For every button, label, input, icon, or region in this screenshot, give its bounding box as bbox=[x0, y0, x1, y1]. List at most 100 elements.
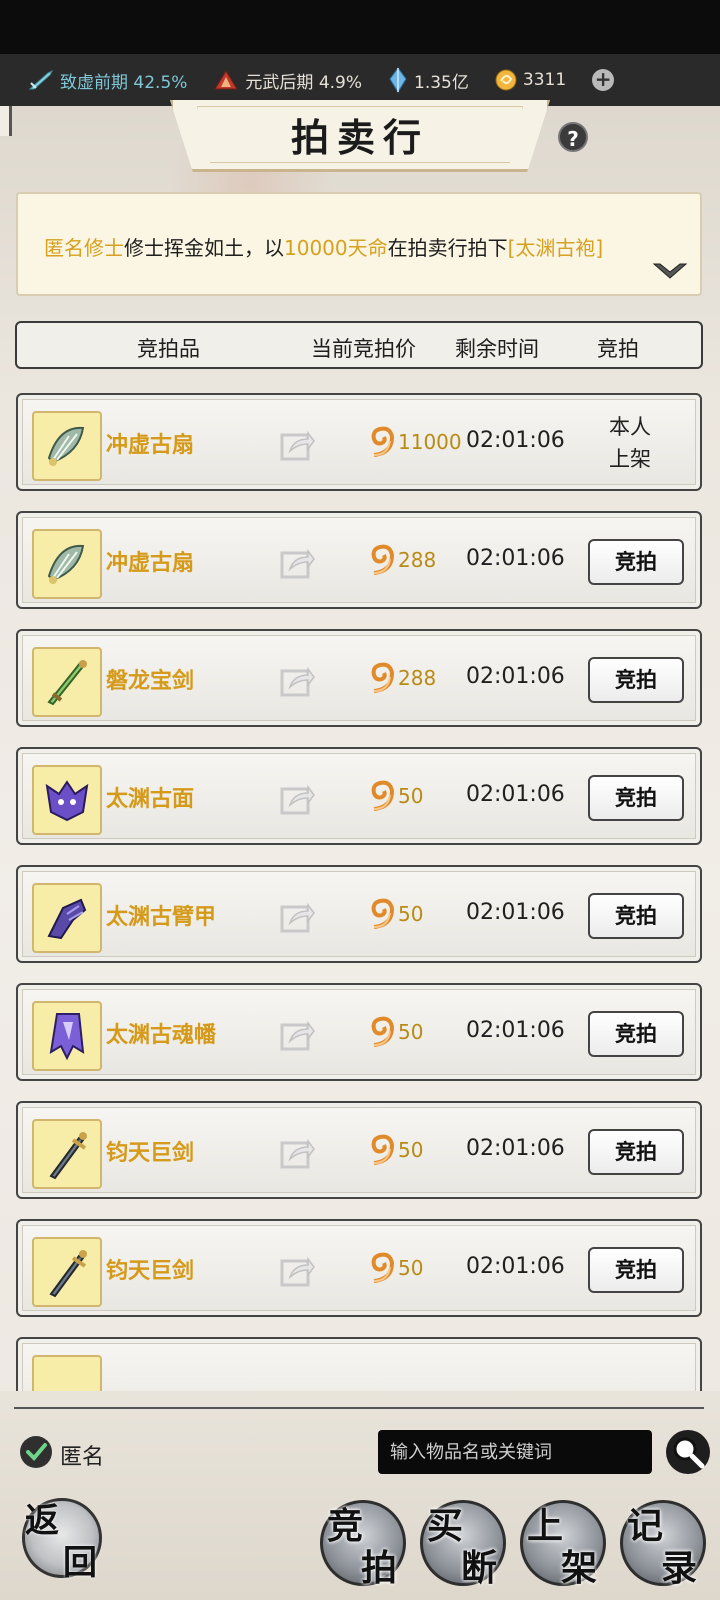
notice-user: 匿名修士 bbox=[44, 236, 124, 260]
bid-button[interactable]: 竞拍 bbox=[588, 1011, 684, 1057]
buyout-tab-char-2: 断 bbox=[461, 1547, 498, 1589]
greatsword-icon[interactable] bbox=[32, 1119, 102, 1189]
back-char-1: 返 bbox=[25, 1501, 59, 1541]
bid-tab-button[interactable]: 竞 拍 bbox=[320, 1500, 406, 1589]
martial-tree-icon bbox=[214, 70, 239, 90]
price-value: 50 bbox=[398, 1256, 424, 1280]
current-price: 50 bbox=[368, 1251, 423, 1285]
destiny-coin-icon bbox=[371, 1252, 395, 1283]
time-remaining: 02:01:06 bbox=[466, 546, 565, 571]
greatsword-icon[interactable] bbox=[32, 1237, 102, 1307]
soul-banner-icon[interactable] bbox=[32, 1001, 102, 1071]
price-value: 50 bbox=[398, 902, 424, 926]
price-value: 50 bbox=[398, 1138, 424, 1162]
resource-cultivation[interactable]: 致虚前期 42.5% bbox=[28, 68, 187, 93]
share-icon[interactable] bbox=[280, 899, 316, 933]
destiny-coin-icon bbox=[371, 898, 395, 929]
item-name: 钧天巨剑 bbox=[106, 1259, 195, 1284]
column-item: 竞拍品 bbox=[137, 337, 200, 361]
list-tab-button[interactable]: 上 架 bbox=[520, 1500, 606, 1589]
auction-row: 太渊古魂幡 50 02:01:06 竞拍 bbox=[16, 983, 702, 1081]
demon-mask-icon[interactable] bbox=[32, 765, 102, 835]
share-icon[interactable] bbox=[280, 781, 316, 815]
notice-amount: 10000天命 bbox=[284, 236, 388, 260]
share-icon[interactable] bbox=[280, 663, 316, 697]
auction-row: 太渊古臂甲 50 02:01:06 竞拍 bbox=[16, 865, 702, 963]
auction-list[interactable]: 冲虚古扇 11000 02:01:06 本人上架 冲虚古扇 288 02:01:… bbox=[16, 393, 704, 1391]
destiny-coin-icon bbox=[371, 426, 395, 457]
auction-row: 磐龙宝剑 288 02:01:06 竞拍 bbox=[16, 629, 702, 727]
auction-row: 冲虚古扇 288 02:01:06 竞拍 bbox=[16, 511, 702, 609]
bid-button[interactable]: 竞拍 bbox=[588, 1247, 684, 1293]
page-title: 拍卖行 bbox=[290, 115, 429, 160]
anonymous-label: 匿名 bbox=[60, 1445, 105, 1470]
destiny-coin-icon bbox=[371, 1016, 395, 1047]
resource-crystal-label: 1.35亿 bbox=[414, 72, 469, 93]
title-plaque: 拍卖行 bbox=[170, 100, 550, 172]
search-input[interactable] bbox=[378, 1430, 652, 1474]
destiny-coin-icon bbox=[371, 1134, 395, 1165]
item-name: 冲虚古扇 bbox=[106, 433, 195, 458]
bid-button[interactable]: 竞拍 bbox=[588, 775, 684, 821]
search-icon[interactable] bbox=[664, 1428, 712, 1476]
time-remaining: 02:01:06 bbox=[466, 1018, 565, 1043]
time-remaining: 02:01:06 bbox=[466, 900, 565, 925]
auction-row: 钧天巨剑 50 02:01:06 竞拍 bbox=[16, 1101, 702, 1199]
back-button[interactable]: 返 回 bbox=[22, 1498, 102, 1583]
buyout-tab-button[interactable]: 买 断 bbox=[420, 1500, 506, 1589]
notice-text-1: 修士挥金如土，以 bbox=[124, 236, 284, 260]
item-name: 太渊古魂幡 bbox=[106, 1023, 217, 1048]
side-tab[interactable] bbox=[0, 106, 12, 136]
share-icon[interactable] bbox=[280, 1135, 316, 1169]
share-icon[interactable] bbox=[280, 545, 316, 579]
divider bbox=[14, 1407, 704, 1409]
status-strip bbox=[0, 0, 720, 54]
time-remaining: 02:01:06 bbox=[466, 1254, 565, 1279]
current-price: 50 bbox=[368, 897, 423, 931]
back-char-2: 回 bbox=[63, 1543, 97, 1583]
help-button[interactable]: ? bbox=[558, 122, 588, 152]
share-icon[interactable] bbox=[280, 1017, 316, 1051]
bid-button[interactable]: 竞拍 bbox=[588, 1129, 684, 1175]
item-name: 太渊古面 bbox=[106, 787, 195, 812]
auction-row: 冲虚古扇 11000 02:01:06 本人上架 bbox=[16, 393, 702, 491]
auction-row: 太渊古面 50 02:01:06 竞拍 bbox=[16, 747, 702, 845]
record-tab-char-2: 录 bbox=[661, 1547, 698, 1589]
item-icon[interactable] bbox=[32, 1355, 102, 1391]
bid-tab-char-1: 竞 bbox=[327, 1505, 364, 1547]
resource-martial[interactable]: 元武后期 4.9% bbox=[213, 68, 362, 93]
add-currency-button[interactable]: + bbox=[592, 69, 615, 91]
buyout-tab-char-1: 买 bbox=[427, 1505, 464, 1547]
record-tab-button[interactable]: 记 录 bbox=[620, 1500, 706, 1589]
chevron-down-icon[interactable] bbox=[652, 260, 688, 282]
spirit-crystal-icon bbox=[389, 67, 407, 93]
bid-button[interactable]: 竞拍 bbox=[588, 657, 684, 703]
current-price: 11000 bbox=[368, 425, 462, 459]
time-remaining: 02:01:06 bbox=[466, 1136, 565, 1161]
jade-sword-icon[interactable] bbox=[32, 647, 102, 717]
gauntlet-icon[interactable] bbox=[32, 883, 102, 953]
price-value: 288 bbox=[398, 548, 437, 572]
item-name: 冲虚古扇 bbox=[106, 551, 195, 576]
time-remaining: 02:01:06 bbox=[466, 428, 565, 453]
notice-item: [太渊古袍] bbox=[507, 236, 604, 260]
current-price: 50 bbox=[368, 1015, 423, 1049]
resource-destiny[interactable]: 3311 bbox=[495, 69, 566, 91]
column-action: 竞拍 bbox=[597, 337, 639, 361]
resource-crystal[interactable]: 1.35亿 bbox=[388, 67, 469, 93]
share-icon[interactable] bbox=[280, 427, 316, 461]
auction-row bbox=[16, 1337, 702, 1391]
column-time: 剩余时间 bbox=[455, 337, 539, 361]
resource-destiny-label: 3311 bbox=[522, 70, 567, 90]
fan-icon[interactable] bbox=[32, 529, 102, 599]
checkbox-checked-icon[interactable] bbox=[20, 1436, 52, 1468]
bid-button[interactable]: 竞拍 bbox=[588, 893, 684, 939]
current-price: 50 bbox=[368, 1133, 423, 1167]
auction-notice: 匿名修士修士挥金如土，以10000天命在拍卖行拍下[太渊古袍] bbox=[16, 192, 702, 296]
destiny-coin-icon bbox=[371, 662, 395, 693]
share-icon[interactable] bbox=[280, 1253, 316, 1287]
resource-cultivation-label: 致虚前期 42.5% bbox=[60, 72, 188, 93]
list-tab-char-1: 上 bbox=[527, 1505, 564, 1547]
bid-button[interactable]: 竞拍 bbox=[588, 539, 684, 585]
fan-icon[interactable] bbox=[32, 411, 102, 481]
